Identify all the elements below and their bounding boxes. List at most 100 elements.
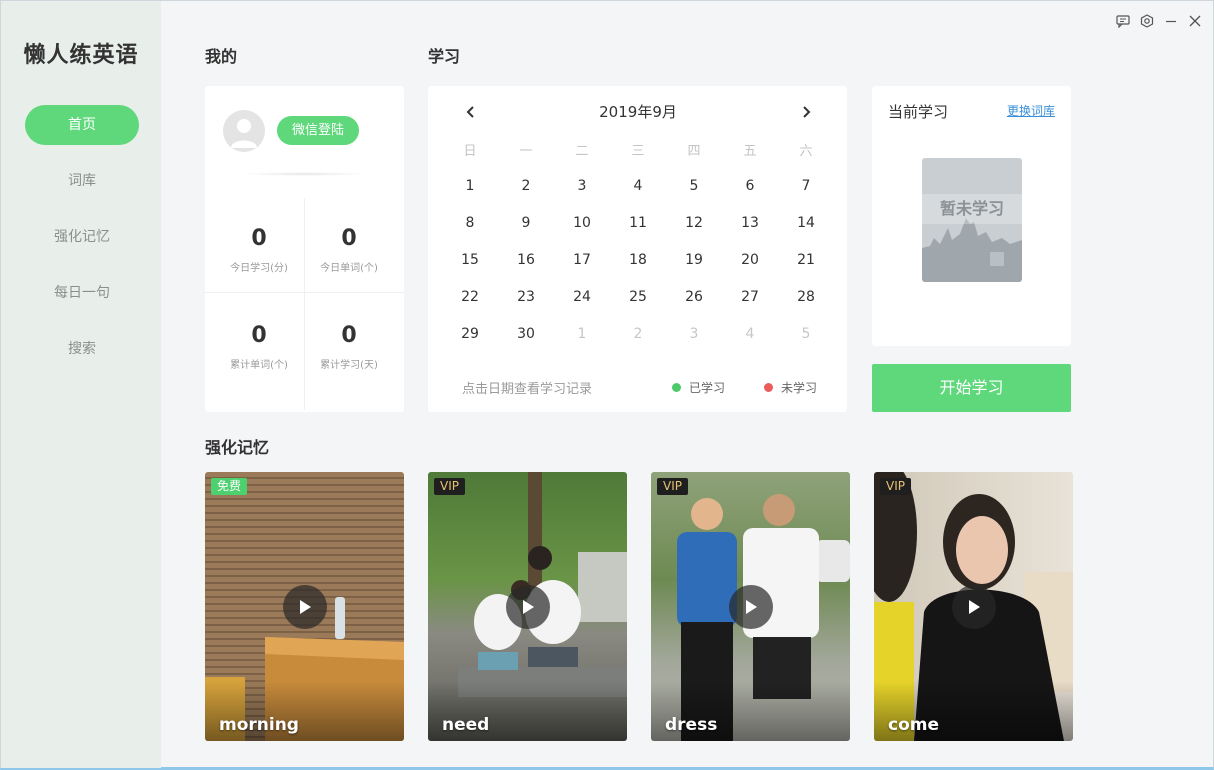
feedback-icon[interactable] (1113, 11, 1133, 31)
weekday-label: 二 (575, 144, 589, 159)
divider (205, 292, 404, 293)
prev-month-button[interactable] (459, 100, 483, 124)
section-title-reinforce: 强化记忆 (205, 438, 270, 457)
calendar-day[interactable]: 14 (778, 205, 834, 242)
stat-label: 今日单词(个) (320, 263, 378, 274)
calendar-day[interactable]: 26 (666, 279, 722, 316)
vip-badge: VIP (880, 478, 911, 495)
stat-value: 0 (251, 323, 267, 348)
sidebar-item-home[interactable]: 首页 (25, 105, 139, 145)
calendar-day[interactable]: 16 (498, 242, 554, 279)
current-study-card: 当前学习 更换词库 暂未学习 (872, 86, 1071, 346)
video-word: morning (219, 715, 299, 735)
calendar-day[interactable]: 24 (554, 279, 610, 316)
calendar-card: 2019年9月 日 一 二 三 四 五 六 1 2 3 4 5 6 7 8 9 10 11 12 13 1… (428, 86, 847, 412)
stat-value: 0 (341, 226, 357, 251)
sidebar-item-reinforce[interactable]: 强化记忆 (25, 217, 139, 257)
free-badge: 免费 (211, 478, 248, 495)
weekday-label: 三 (631, 144, 645, 159)
video-card-dress[interactable]: VIP dress (651, 472, 850, 741)
calendar-day[interactable]: 1 (442, 168, 498, 205)
vip-badge: VIP (657, 478, 688, 495)
calendar-day[interactable]: 19 (666, 242, 722, 279)
weekday-label: 日 (463, 144, 477, 159)
legend-studied: 已学习 (672, 379, 725, 396)
calendar-day[interactable]: 3 (554, 168, 610, 205)
vip-badge: VIP (434, 478, 465, 495)
section-title-study: 学习 (428, 47, 461, 66)
section-title-mine: 我的 (205, 47, 238, 66)
stat-value: 0 (341, 323, 357, 348)
wechat-login-button[interactable]: 微信登陆 (277, 116, 359, 145)
calendar-day[interactable]: 4 (722, 316, 778, 353)
calendar-day[interactable]: 17 (554, 242, 610, 279)
calendar-week: 1234567 (442, 168, 834, 205)
not-studied-dot-icon (764, 383, 773, 392)
calendar-day[interactable]: 30 (498, 316, 554, 353)
calendar-day[interactable]: 22 (442, 279, 498, 316)
calendar-day[interactable]: 18 (610, 242, 666, 279)
minimize-icon[interactable] (1161, 11, 1181, 31)
calendar-day[interactable]: 7 (778, 168, 834, 205)
change-wordbank-link[interactable]: 更换词库 (1007, 102, 1055, 119)
stat-total-words: 0 累计单词(个) (209, 323, 309, 371)
profile-card: 微信登陆 0 今日学习(分) 0 今日单词(个) 0 累计单词(个) 0 累计学… (205, 86, 404, 412)
avatar[interactable] (223, 110, 265, 152)
video-card-need[interactable]: VIP need (428, 472, 627, 741)
close-icon[interactable] (1185, 11, 1205, 31)
sidebar-item-wordbank[interactable]: 词库 (25, 161, 139, 201)
calendar-day[interactable]: 1 (554, 316, 610, 353)
play-icon[interactable] (729, 585, 773, 629)
calendar-day[interactable]: 3 (666, 316, 722, 353)
play-icon[interactable] (952, 585, 996, 629)
calendar-day[interactable]: 28 (778, 279, 834, 316)
calendar-day[interactable]: 25 (610, 279, 666, 316)
book-cover[interactable]: 暂未学习 (922, 158, 1022, 282)
video-word: need (442, 715, 490, 735)
weekday-label: 五 (743, 144, 757, 159)
calendar-day[interactable]: 9 (498, 205, 554, 242)
weekday-label: 一 (519, 144, 533, 159)
settings-icon[interactable] (1137, 11, 1157, 31)
calendar-day[interactable]: 11 (610, 205, 666, 242)
calendar-week: 15 16 17 18 19 20 21 (442, 242, 834, 279)
video-card-come[interactable]: VIP come (874, 472, 1073, 741)
stat-total-days: 0 累计学习(天) (299, 323, 399, 371)
calendar-day[interactable]: 13 (722, 205, 778, 242)
calendar-day[interactable]: 15 (442, 242, 498, 279)
legend-not-studied: 未学习 (764, 379, 817, 396)
studied-dot-icon (672, 383, 681, 392)
calendar-day[interactable]: 2 (498, 168, 554, 205)
play-icon[interactable] (283, 585, 327, 629)
calendar-week: 22 23 24 25 26 27 28 (442, 279, 834, 316)
calendar-day[interactable]: 10 (554, 205, 610, 242)
start-study-button[interactable]: 开始学习 (872, 364, 1071, 412)
calendar-day[interactable]: 5 (666, 168, 722, 205)
calendar-day[interactable]: 2 (610, 316, 666, 353)
calendar-day[interactable]: 21 (778, 242, 834, 279)
video-word: dress (665, 715, 718, 735)
video-card-morning[interactable]: 免费 morning (205, 472, 404, 741)
sidebar-item-daily-sentence[interactable]: 每日一句 (25, 273, 139, 313)
calendar-day[interactable]: 12 (666, 205, 722, 242)
calendar-day[interactable]: 29 (442, 316, 498, 353)
calendar-day[interactable]: 27 (722, 279, 778, 316)
weekday-label: 四 (687, 144, 701, 159)
calendar-day[interactable]: 4 (610, 168, 666, 205)
next-month-button[interactable] (794, 100, 818, 124)
calendar-day[interactable]: 6 (722, 168, 778, 205)
stat-value: 0 (251, 226, 267, 251)
sidebar-item-search[interactable]: 搜索 (25, 329, 139, 369)
calendar-day[interactable]: 5 (778, 316, 834, 353)
weekday-label: 六 (799, 144, 813, 159)
play-icon[interactable] (506, 585, 550, 629)
stat-today-minutes: 0 今日学习(分) (209, 226, 309, 274)
app-window: 懒人练英语 首页 词库 强化记忆 每日一句 搜索 我的 学习 微信登陆 0 今日… (0, 0, 1214, 770)
calendar-grid: 日 一 二 三 四 五 六 1 2 3 4 5 6 7 8 9 10 11 12 13 14 15 16 17 1… (442, 140, 834, 353)
calendar-day[interactable]: 8 (442, 205, 498, 242)
calendar-weekdays: 日 一 二 三 四 五 六 (442, 140, 834, 164)
calendar-day[interactable]: 23 (498, 279, 554, 316)
calendar-day[interactable]: 20 (722, 242, 778, 279)
stat-label: 累计单词(个) (230, 360, 288, 371)
stat-label: 累计学习(天) (320, 360, 378, 371)
